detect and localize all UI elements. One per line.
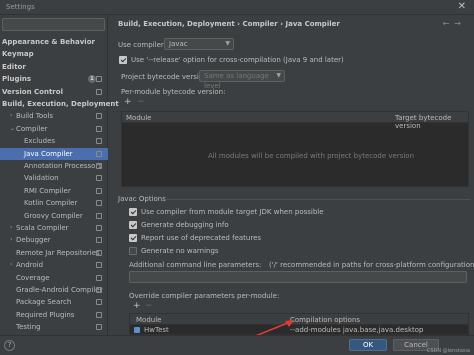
annotation-arrow	[252, 320, 294, 338]
ok-button[interactable]: OK	[349, 339, 387, 351]
help-icon[interactable]: ?	[4, 340, 15, 351]
watermark: CSDN @lenstasia	[426, 348, 470, 354]
dialog-footer: ? OK Cancel CSDN @lenstasia	[0, 335, 474, 355]
